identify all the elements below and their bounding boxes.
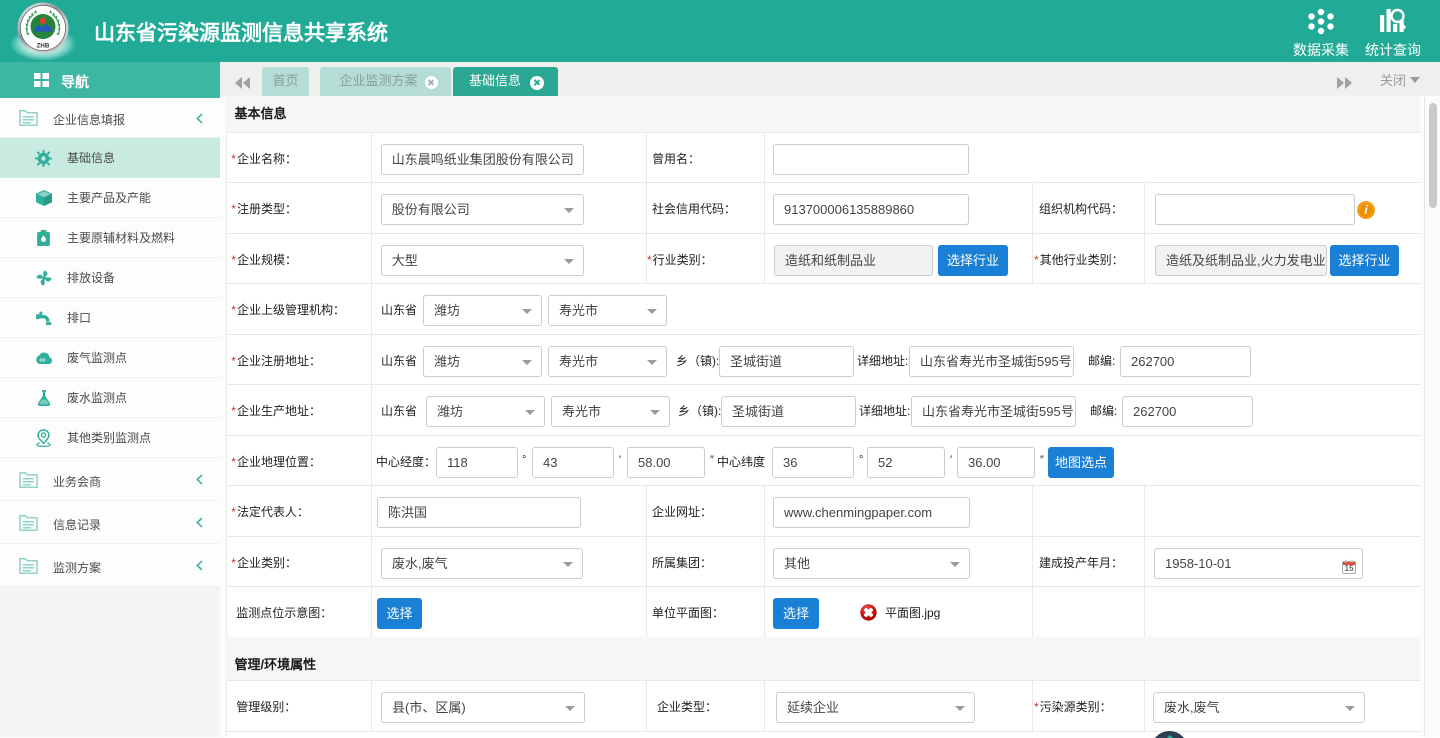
svg-text:15: 15: [1345, 564, 1354, 573]
svg-text:co: co: [39, 357, 45, 363]
svg-text:ZHB: ZHB: [37, 43, 50, 50]
